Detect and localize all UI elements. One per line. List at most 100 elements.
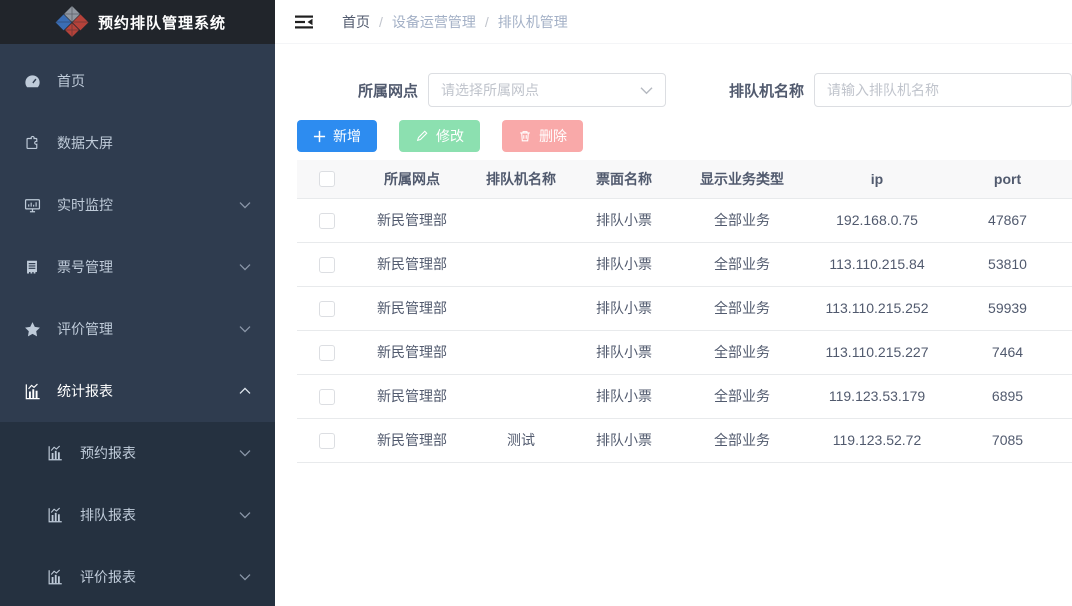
sidebar-collapse-icon[interactable] <box>293 11 315 33</box>
sidebar-item-home[interactable]: 首页 <box>0 50 275 112</box>
sidebar-subitem-evaluation-report[interactable]: 评价报表 <box>0 546 275 606</box>
table-row: 新民管理部 排队小票 全部业务 192.168.0.75 47867 <box>297 198 1072 242</box>
cell-port: 59939 <box>943 286 1072 330</box>
breadcrumb-device-operation[interactable]: 设备运营管理 <box>392 12 476 32</box>
cell-ip: 119.123.52.72 <box>811 418 943 462</box>
cell-ticket-name: 排队小票 <box>575 242 673 286</box>
table-row: 新民管理部 排队小票 全部业务 113.110.215.252 59939 <box>297 286 1072 330</box>
main-area: 首页 / 设备运营管理 / 排队机管理 所属网点 请选择所属网点 排队机名称 <box>275 0 1072 606</box>
cell-machine-name: 测试 <box>467 418 575 462</box>
column-header-ip: ip <box>811 160 943 198</box>
chevron-down-icon <box>239 325 251 333</box>
bar-chart-icon <box>45 567 65 587</box>
add-button[interactable]: 新增 <box>297 120 377 152</box>
plus-icon <box>313 130 326 143</box>
cell-machine-name <box>467 198 575 242</box>
sidebar-item-label: 实时监控 <box>57 195 113 215</box>
chevron-down-icon <box>239 263 251 271</box>
table-row: 新民管理部 排队小票 全部业务 113.110.215.84 53810 <box>297 242 1072 286</box>
site-filter-label: 所属网点 <box>358 80 418 101</box>
bar-chart-icon <box>45 505 65 525</box>
queue-machine-table: 所属网点 排队机名称 票面名称 显示业务类型 ip port 新民管理部 <box>297 160 1072 463</box>
cell-site: 新民管理部 <box>357 198 467 242</box>
chevron-up-icon <box>239 387 251 395</box>
toolbar: 新增 修改 删除 <box>297 120 1072 152</box>
page-content: 所属网点 请选择所属网点 排队机名称 新增 修改 <box>275 44 1072 463</box>
breadcrumb-separator: / <box>379 14 383 30</box>
row-checkbox[interactable] <box>319 257 335 273</box>
sidebar-item-evaluation-management[interactable]: 评价管理 <box>0 298 275 360</box>
breadcrumb-current-page: 排队机管理 <box>498 12 568 32</box>
site-select[interactable]: 请选择所属网点 <box>428 73 666 107</box>
sidebar-item-label: 数据大屏 <box>57 133 113 153</box>
app-logo-icon <box>54 4 90 40</box>
cell-port: 7085 <box>943 418 1072 462</box>
sidebar-item-data-screen[interactable]: 数据大屏 <box>0 112 275 174</box>
app-window: 预约排队管理系统 首页 数据大屏 <box>0 0 1072 606</box>
cell-site: 新民管理部 <box>357 242 467 286</box>
delete-button-label: 删除 <box>539 126 567 146</box>
table-row: 新民管理部 排队小票 全部业务 113.110.215.227 7464 <box>297 330 1072 374</box>
star-icon <box>22 319 42 339</box>
ticket-icon <box>22 257 42 277</box>
sidebar-header: 预约排队管理系统 <box>0 0 275 44</box>
chevron-down-icon <box>239 573 251 581</box>
sidebar: 预约排队管理系统 首页 数据大屏 <box>0 0 275 606</box>
cell-ticket-name: 排队小票 <box>575 330 673 374</box>
column-header-port: port <box>943 160 1072 198</box>
bar-chart-icon <box>45 443 65 463</box>
cell-machine-name <box>467 286 575 330</box>
cell-ticket-name: 排队小票 <box>575 374 673 418</box>
cell-port: 7464 <box>943 330 1072 374</box>
sidebar-subitem-queue-report[interactable]: 排队报表 <box>0 484 275 546</box>
cell-business-type: 全部业务 <box>673 198 811 242</box>
sidebar-menu: 首页 数据大屏 实时监控 <box>0 44 275 606</box>
sidebar-subitem-appointment-report[interactable]: 预约报表 <box>0 422 275 484</box>
statistics-submenu: 预约报表 排队报表 <box>0 422 275 606</box>
cell-ticket-name: 排队小票 <box>575 198 673 242</box>
row-checkbox[interactable] <box>319 345 335 361</box>
cell-port: 53810 <box>943 242 1072 286</box>
filter-row: 所属网点 请选择所属网点 排队机名称 <box>297 73 1072 107</box>
chevron-down-icon <box>239 511 251 519</box>
sidebar-item-statistics-reports[interactable]: 统计报表 <box>0 360 275 422</box>
cell-ticket-name: 排队小票 <box>575 418 673 462</box>
row-checkbox[interactable] <box>319 301 335 317</box>
machine-name-input[interactable] <box>814 73 1072 107</box>
cell-ip: 113.110.215.227 <box>811 330 943 374</box>
site-select-placeholder: 请选择所属网点 <box>441 80 640 100</box>
cell-machine-name <box>467 330 575 374</box>
breadcrumb: 首页 / 设备运营管理 / 排队机管理 <box>342 12 568 32</box>
sidebar-item-ticket-management[interactable]: 票号管理 <box>0 236 275 298</box>
row-checkbox[interactable] <box>319 213 335 229</box>
row-checkbox[interactable] <box>319 433 335 449</box>
column-header-site: 所属网点 <box>357 160 467 198</box>
trash-icon <box>518 129 532 143</box>
sidebar-item-realtime-monitor[interactable]: 实时监控 <box>0 174 275 236</box>
dashboard-icon <box>22 71 42 91</box>
bar-chart-icon <box>22 381 42 401</box>
chevron-down-icon <box>239 449 251 457</box>
cell-ip: 119.123.53.179 <box>811 374 943 418</box>
chevron-down-icon <box>239 201 251 209</box>
cell-site: 新民管理部 <box>357 374 467 418</box>
sidebar-item-label: 统计报表 <box>57 381 113 401</box>
sidebar-item-label: 首页 <box>57 71 85 91</box>
cell-ip: 113.110.215.84 <box>811 242 943 286</box>
row-checkbox[interactable] <box>319 389 335 405</box>
breadcrumb-home[interactable]: 首页 <box>342 12 370 32</box>
select-all-checkbox[interactable] <box>319 171 335 187</box>
cell-site: 新民管理部 <box>357 418 467 462</box>
edit-button[interactable]: 修改 <box>399 120 480 152</box>
cell-ip: 113.110.215.252 <box>811 286 943 330</box>
sidebar-item-label: 票号管理 <box>57 257 113 277</box>
sidebar-item-label: 评价管理 <box>57 319 113 339</box>
edit-pencil-icon <box>415 129 429 143</box>
sidebar-item-label: 评价报表 <box>80 567 136 587</box>
column-header-ticket-name: 票面名称 <box>575 160 673 198</box>
add-button-label: 新增 <box>333 126 361 146</box>
sidebar-item-label: 排队报表 <box>80 505 136 525</box>
edit-button-label: 修改 <box>436 126 464 146</box>
puzzle-icon <box>22 133 42 153</box>
delete-button[interactable]: 删除 <box>502 120 583 152</box>
